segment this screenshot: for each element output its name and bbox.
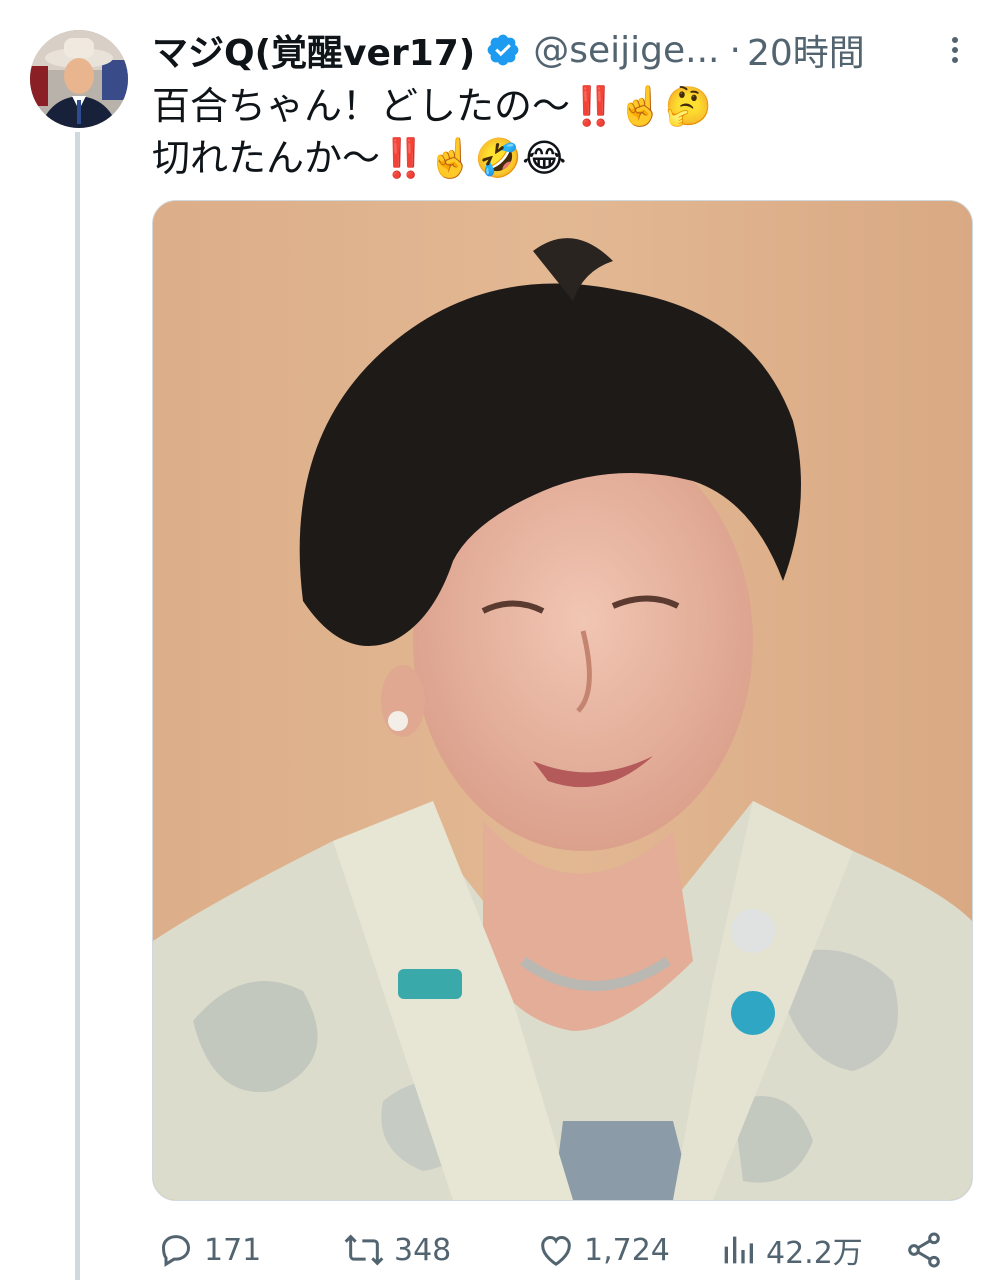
photo-image (153, 201, 972, 1200)
reply-button[interactable]: 171 (156, 1228, 261, 1272)
avatar-image (30, 30, 128, 128)
reply-count: 171 (204, 1232, 262, 1268)
retweet-count: 348 (394, 1232, 452, 1268)
retweet-button[interactable]: 348 (342, 1228, 451, 1272)
like-button[interactable]: 1,724 (536, 1228, 670, 1272)
handle[interactable]: @seijige... (533, 30, 719, 71)
separator-dot: · (729, 29, 741, 71)
action-bar: 171 348 1,724 42.2万 (152, 1222, 952, 1280)
share-button[interactable] (904, 1228, 952, 1272)
tweet-text: 百合ちゃん！どしたの〜‼️☝️🤔 切れたんか〜‼️☝️🤣😂 (152, 80, 972, 184)
retweet-icon (344, 1234, 384, 1266)
heart-icon (541, 1235, 571, 1266)
views-chart-icon (724, 1236, 753, 1264)
avatar[interactable] (30, 30, 128, 128)
tweet[interactable]: マジQ(覚醒ver17) @seijige... · 20時間 百合ちゃん！どし… (0, 0, 998, 1280)
display-name[interactable]: マジQ(覚醒ver17) (152, 24, 475, 76)
share-icon (908, 1232, 940, 1268)
views-button[interactable]: 42.2万 (718, 1228, 863, 1272)
tweet-text-line-1: 百合ちゃん！どしたの〜‼️☝️🤔 (152, 84, 712, 128)
views-count: 42.2万 (766, 1236, 863, 1271)
tweet-header: マジQ(覚醒ver17) @seijige... · 20時間 (152, 20, 972, 80)
thread-line (75, 132, 80, 1280)
reply-icon (161, 1235, 191, 1267)
tweet-photo[interactable] (152, 200, 973, 1201)
verified-badge-icon (485, 32, 521, 68)
like-count: 1,724 (584, 1232, 670, 1268)
more-options-icon[interactable] (940, 30, 970, 70)
tweet-text-line-2: 切れたんか〜‼️☝️🤣😂 (152, 136, 567, 180)
timestamp[interactable]: 20時間 (747, 24, 865, 76)
